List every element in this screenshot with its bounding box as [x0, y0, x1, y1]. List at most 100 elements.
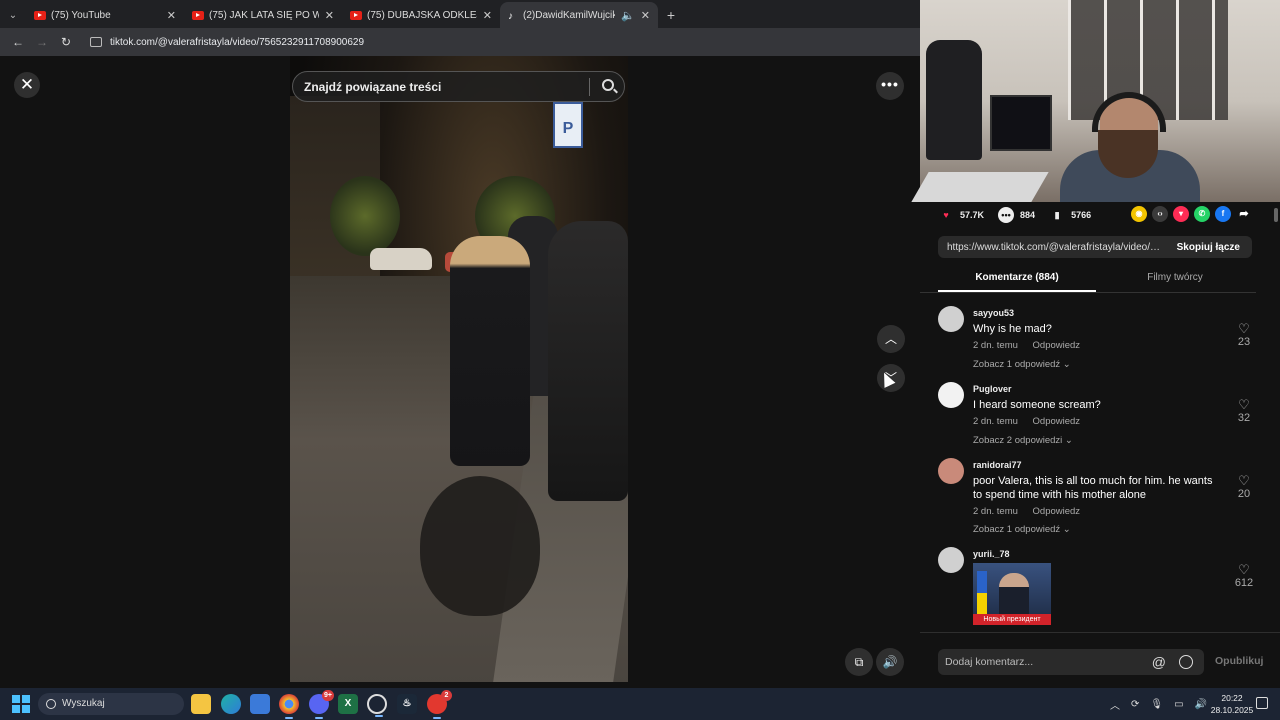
close-tab-icon[interactable]: ✕: [483, 9, 492, 22]
comment-time: 2 dn. temu: [973, 416, 1018, 427]
avatar[interactable]: [938, 382, 964, 408]
tab-comments[interactable]: Komentarze (884): [938, 268, 1096, 292]
chevron-up-icon[interactable]: ︿: [1110, 697, 1120, 712]
tab-creator-videos[interactable]: Filmy twórcy: [1096, 268, 1254, 292]
steam-icon[interactable]: ♨: [397, 694, 417, 714]
close-tab-icon[interactable]: ✕: [641, 9, 650, 22]
avatar[interactable]: [938, 306, 964, 332]
browser-tab-tiktok[interactable]: ♪ (2)DawidKamilWujcikFame 🔈 ✕: [500, 2, 658, 28]
excel-icon[interactable]: X: [338, 694, 358, 714]
comment-like-button[interactable]: ♡ 32: [1234, 397, 1254, 425]
windows-start-icon[interactable]: [12, 695, 30, 713]
comment-placeholder: Dodaj komentarz...: [945, 656, 1034, 668]
reload-icon[interactable]: ↻: [54, 35, 78, 49]
more-options-button[interactable]: •••: [876, 72, 904, 100]
share-link-text[interactable]: https://www.tiktok.com/@valerafristayla/…: [947, 242, 1165, 253]
emoji-icon[interactable]: [1179, 655, 1193, 669]
picture-in-picture-icon[interactable]: ⧉: [845, 648, 873, 676]
tab-search-chevron-icon[interactable]: ⌄: [0, 2, 26, 28]
publish-button[interactable]: Opublikuj: [1215, 655, 1263, 667]
clock[interactable]: 20:22 28.10.2025: [1208, 692, 1256, 716]
comments-scrollbar[interactable]: [1272, 202, 1280, 622]
url-field[interactable]: tiktok.com/@valerafristayla/video/756523…: [84, 31, 914, 53]
windows-taskbar: Wyszukaj 9+ X ♨ 2 ︿ ⟳ 🎙 ▭ 🔊 20:22 28.10.…: [0, 688, 1280, 720]
share-buttons: ◉ ‹› ▾ ✆ f ➦: [1131, 206, 1257, 222]
comment-image[interactable]: Новый президент: [973, 563, 1051, 625]
forward-arrow-icon[interactable]: →: [30, 35, 54, 49]
embed-icon[interactable]: ‹›: [1152, 206, 1168, 222]
edge-icon[interactable]: [221, 694, 241, 714]
mention-icon[interactable]: @: [1152, 649, 1166, 675]
comment-button[interactable]: ••• 884: [998, 207, 1035, 223]
speaker-icon[interactable]: 🔈: [621, 9, 635, 22]
scrollbar-thumb[interactable]: [1274, 208, 1278, 222]
shadow-image: [420, 476, 540, 616]
comment-item: ranidorai77 poor Valera, this is all too…: [938, 452, 1258, 542]
reply-button[interactable]: Odpowiedz: [1033, 416, 1081, 427]
view-replies-button[interactable]: Zobacz 2 odpowiedzi ⌄: [973, 435, 1073, 446]
browser-tab-youtube-2[interactable]: (75) JAK LATA SIĘ PO WSZECH ✕: [184, 2, 342, 28]
send-icon[interactable]: ▾: [1173, 206, 1189, 222]
network-icon[interactable]: ▭: [1174, 699, 1183, 710]
avatar[interactable]: [938, 458, 964, 484]
comment-like-button[interactable]: ♡ 612: [1234, 562, 1254, 590]
view-replies-button[interactable]: Zobacz 1 odpowiedź ⌄: [973, 524, 1071, 535]
whatsapp-icon[interactable]: ✆: [1194, 206, 1210, 222]
url-text: tiktok.com/@valerafristayla/video/756523…: [110, 36, 365, 48]
save-button[interactable]: ▮ 5766: [1049, 207, 1092, 223]
image-caption: Новый президент: [973, 614, 1051, 625]
video-frame[interactable]: P: [290, 56, 628, 682]
site-settings-icon[interactable]: [90, 37, 102, 47]
speaker-icon[interactable]: 🔊: [1195, 699, 1207, 710]
comment-text: Why is he mad?: [973, 323, 1052, 335]
file-explorer-icon[interactable]: [191, 694, 211, 714]
comment-bubble-icon: •••: [998, 207, 1015, 223]
add-comment-input[interactable]: Dodaj komentarz... @: [938, 649, 1204, 675]
store-icon[interactable]: [250, 694, 270, 714]
copy-link-button[interactable]: Skopiuj łącze: [1165, 242, 1252, 253]
heart-outline-icon: ♡: [1238, 562, 1250, 577]
comment-username[interactable]: sayyou53: [973, 308, 1014, 318]
heart-outline-icon: ♡: [1238, 397, 1250, 412]
tab-title: (2)DawidKamilWujcikFame: [523, 9, 616, 21]
address-bar-row: ← → ↻ tiktok.com/@valerafristayla/video/…: [0, 28, 920, 56]
comment-count: 884: [1020, 210, 1036, 220]
browser-tab-youtube-3[interactable]: (75) DUBAJSKA ODKLEJKA WE ✕: [342, 2, 500, 28]
search-placeholder: Znajdź powiązane treści: [304, 79, 442, 94]
chrome-icon[interactable]: [279, 694, 299, 719]
reply-button[interactable]: Odpowiedz: [1033, 340, 1081, 351]
close-video-button[interactable]: ✕: [14, 72, 40, 98]
comment-username[interactable]: ranidorai77: [973, 460, 1022, 470]
taskbar-search[interactable]: Wyszukaj: [38, 693, 184, 715]
back-arrow-icon[interactable]: ←: [6, 35, 30, 49]
comment-like-button[interactable]: ♡ 23: [1234, 322, 1254, 349]
related-search-input[interactable]: Znajdź powiązane treści: [292, 71, 625, 102]
close-tab-icon[interactable]: ✕: [167, 9, 176, 22]
browser-tab-youtube[interactable]: (75) YouTube ✕: [26, 2, 184, 28]
volume-icon[interactable]: 🔊: [876, 648, 904, 676]
microphone-icon[interactable]: 🎙: [1150, 699, 1163, 710]
notification-icon[interactable]: [1256, 697, 1268, 709]
facebook-icon[interactable]: f: [1215, 206, 1231, 222]
comment-username[interactable]: Puglover: [973, 384, 1012, 394]
discord-icon[interactable]: 9+: [309, 690, 334, 719]
previous-video-button[interactable]: ︿: [877, 325, 905, 353]
sync-icon[interactable]: ⟳: [1131, 699, 1139, 710]
comment-composer: Dodaj komentarz... @ Opublikuj: [920, 632, 1280, 688]
youtube-icon: [34, 10, 46, 20]
coin-icon[interactable]: ◉: [1131, 206, 1147, 222]
obs-icon[interactable]: [367, 694, 387, 717]
comment-item: sayyou53 Why is he mad? 2 dn. temu Odpow…: [938, 300, 1258, 376]
like-button[interactable]: ♥ 57.7K: [938, 207, 984, 223]
comment-username[interactable]: yurii._78: [973, 549, 1010, 559]
view-replies-button[interactable]: Zobacz 1 odpowiedź ⌄: [973, 359, 1071, 370]
game-app-icon[interactable]: 2: [427, 690, 452, 719]
search-icon[interactable]: [602, 79, 614, 91]
comment-like-count: 612: [1234, 577, 1254, 589]
reply-button[interactable]: Odpowiedz: [1033, 506, 1081, 517]
share-arrow-icon[interactable]: ➦: [1236, 206, 1252, 222]
close-tab-icon[interactable]: ✕: [325, 9, 334, 22]
comment-like-button[interactable]: ♡ 20: [1234, 474, 1254, 501]
avatar[interactable]: [938, 547, 964, 573]
new-tab-button[interactable]: +: [658, 2, 684, 28]
